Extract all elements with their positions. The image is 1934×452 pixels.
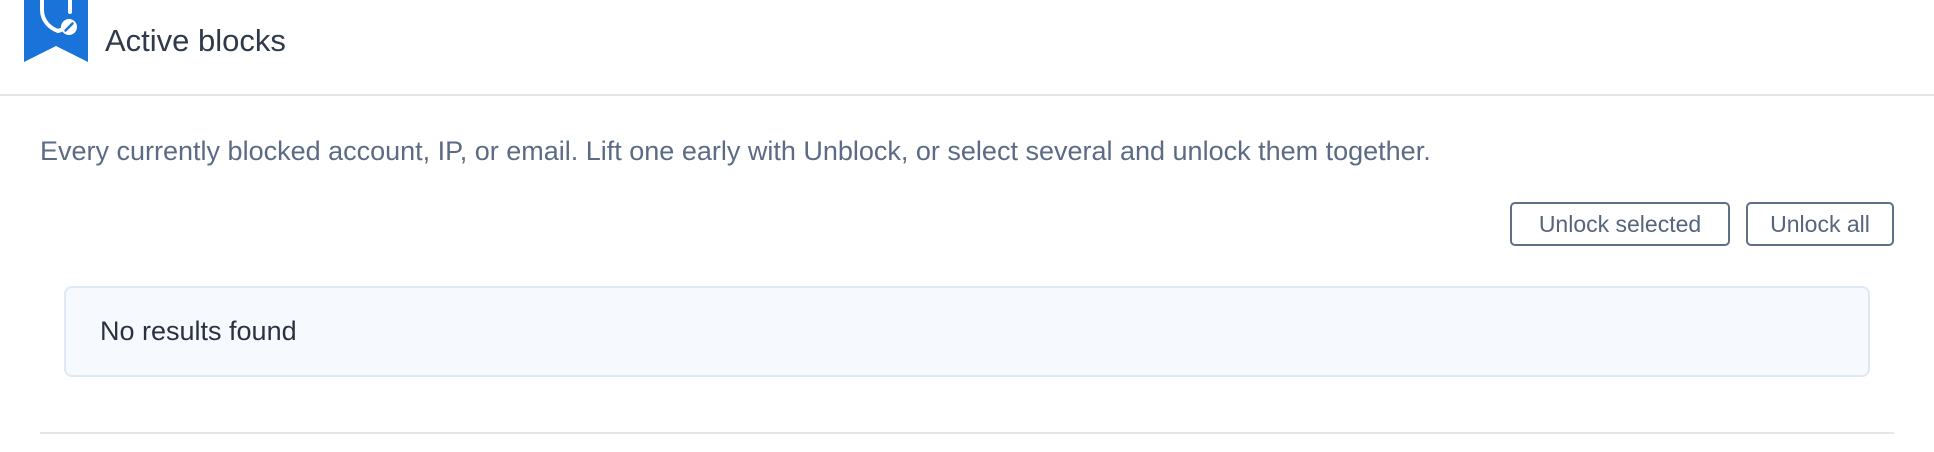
section-divider bbox=[40, 432, 1894, 434]
unlock-all-button[interactable]: Unlock all bbox=[1746, 202, 1894, 246]
results-empty-state: No results found bbox=[64, 286, 1870, 377]
shield-block-icon bbox=[24, 0, 88, 62]
page-title: Active blocks bbox=[105, 23, 286, 58]
page-description: Every currently blocked account, IP, or … bbox=[40, 136, 1431, 166]
page-header: Active blocks bbox=[0, 0, 1934, 96]
unlock-selected-button[interactable]: Unlock selected bbox=[1510, 202, 1730, 246]
active-blocks-page: Active blocks Every currently blocked ac… bbox=[0, 0, 1934, 452]
empty-state-message: No results found bbox=[100, 316, 297, 346]
